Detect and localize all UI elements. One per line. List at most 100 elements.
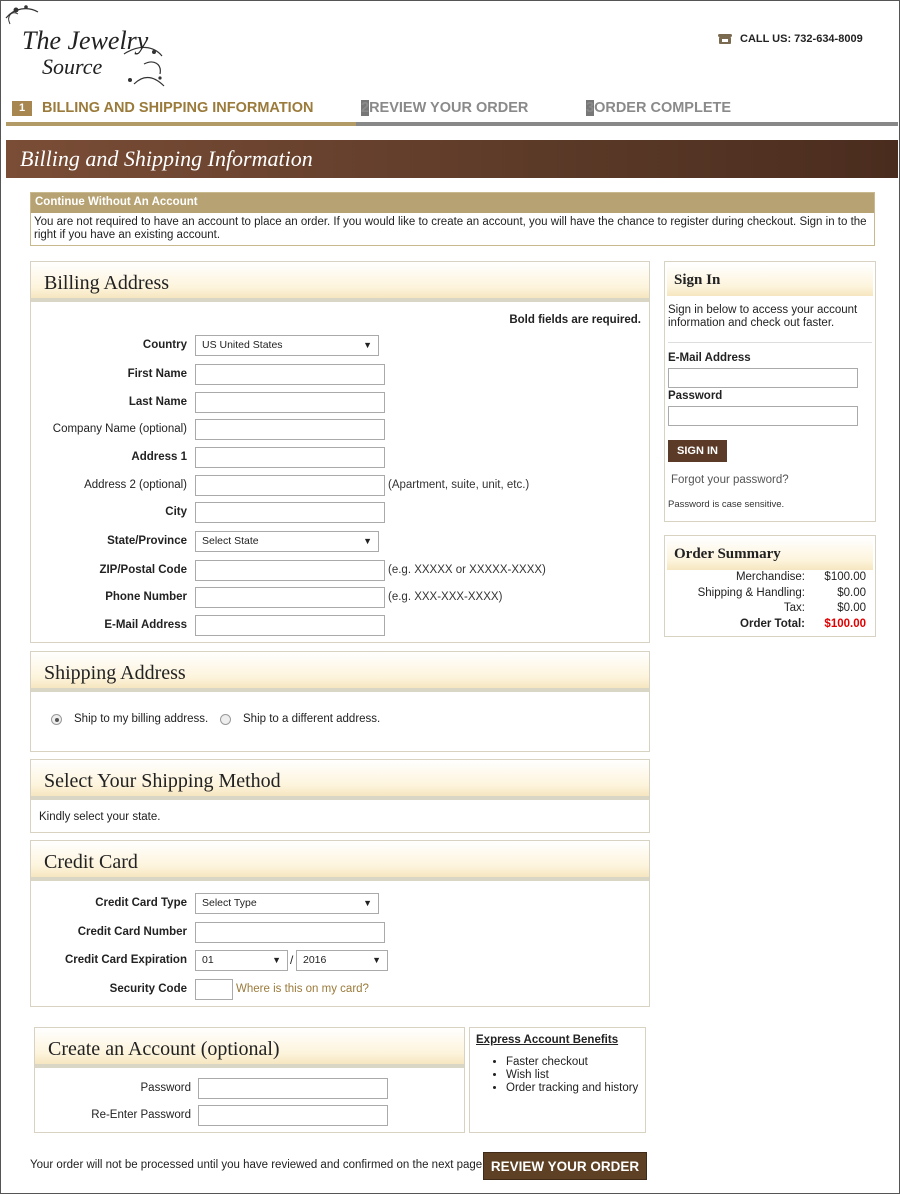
order-total-label: Order Total: xyxy=(740,618,805,630)
tax-label: Tax: xyxy=(783,602,805,614)
card-type-value: Select Type xyxy=(202,896,257,909)
shipping-method-title: Select Your Shipping Method xyxy=(31,760,649,800)
step-review-order: 2 REVIEW YOUR ORDER xyxy=(361,94,528,122)
billing-address-title: Billing Address xyxy=(31,262,649,302)
security-code-field[interactable] xyxy=(195,978,233,1000)
telephone-icon xyxy=(718,34,732,44)
benefits-title[interactable]: Express Account Benefits xyxy=(476,1034,639,1046)
notice-title: Continue Without An Account xyxy=(31,193,874,213)
address1-field[interactable] xyxy=(195,446,385,468)
svg-text:The Jewelry: The Jewelry xyxy=(22,26,149,55)
zip-field[interactable] xyxy=(195,559,385,581)
phone-label: Phone Number xyxy=(105,591,187,603)
country-label: Country xyxy=(142,339,187,351)
account-reenter-field[interactable] xyxy=(198,1104,388,1126)
continue-without-account-notice: Continue Without An Account You are not … xyxy=(30,192,875,246)
order-process-note: Your order will not be processed until y… xyxy=(30,1159,486,1171)
zip-label: ZIP/Postal Code xyxy=(99,564,187,576)
account-password-label: Password xyxy=(140,1082,192,1094)
credit-card-panel: Credit Card Credit Card Type Select Type… xyxy=(30,840,650,1007)
step-label: BILLING AND SHIPPING INFORMATION xyxy=(42,100,314,116)
benefit-item: Order tracking and history xyxy=(506,1082,639,1095)
exp-month-select[interactable]: 01 ▼ xyxy=(195,949,288,971)
sign-in-password-field[interactable] xyxy=(668,406,858,426)
forgot-password-link[interactable]: Forgot your password? xyxy=(671,474,789,486)
security-code-label: Security Code xyxy=(109,983,187,995)
card-expiration-label: Credit Card Expiration xyxy=(64,954,187,966)
card-number-field[interactable] xyxy=(195,921,385,943)
call-us: CALL US: 732-634-8009 xyxy=(718,33,863,45)
state-select[interactable]: Select State ▼ xyxy=(195,530,379,552)
sign-in-title: Sign In xyxy=(667,264,873,296)
chevron-down-icon: ▼ xyxy=(272,954,281,965)
review-order-button[interactable]: REVIEW YOUR ORDER xyxy=(483,1152,647,1180)
address2-hint: (Apartment, suite, unit, etc.) xyxy=(388,479,530,491)
address2-field[interactable] xyxy=(195,474,385,496)
benefit-item: Faster checkout xyxy=(506,1056,639,1069)
shipping-method-message: Kindly select your state. xyxy=(39,811,161,823)
ship-to-different-label: Ship to a different address. xyxy=(243,713,381,725)
country-select-value: US United States xyxy=(202,338,283,351)
exp-year-select[interactable]: 2016 ▼ xyxy=(296,949,388,971)
notice-body: You are not required to have an account … xyxy=(34,216,867,241)
chevron-down-icon: ▼ xyxy=(363,535,372,546)
page-title: Billing and Shipping Information xyxy=(6,140,898,178)
ship-to-different-option[interactable]: Ship to a different address. xyxy=(220,713,380,725)
company-label: Company Name (optional) xyxy=(52,423,187,435)
shipping-method-panel: Select Your Shipping Method Kindly selec… xyxy=(30,759,650,833)
credit-card-title: Credit Card xyxy=(31,841,649,881)
tax-value: $0.00 xyxy=(837,602,866,614)
security-code-help-link[interactable]: Where is this on my card? xyxy=(236,983,369,995)
first-name-label: First Name xyxy=(127,368,187,380)
step-number: 2 xyxy=(361,100,370,116)
account-reenter-label: Re-Enter Password xyxy=(91,1109,191,1121)
chevron-down-icon: ▼ xyxy=(363,897,372,908)
step-billing-shipping: 1 BILLING AND SHIPPING INFORMATION xyxy=(6,94,356,126)
card-type-label: Credit Card Type xyxy=(95,897,187,909)
shipping-handling-label: Shipping & Handling: xyxy=(697,587,805,599)
shipping-row: Shipping & Handling: $0.00 xyxy=(665,587,871,602)
address2-label: Address 2 (optional) xyxy=(84,479,187,491)
total-row: Order Total: $100.00 xyxy=(665,618,871,633)
account-password-field[interactable] xyxy=(198,1077,388,1099)
call-us-text: CALL US: 732-634-8009 xyxy=(740,33,863,45)
company-field[interactable] xyxy=(195,418,385,440)
order-summary-panel: Order Summary Merchandise: $100.00 Shipp… xyxy=(664,535,876,637)
checkout-steps: 1 BILLING AND SHIPPING INFORMATION 2 REV… xyxy=(6,94,898,126)
ship-to-billing-option[interactable]: Ship to my billing address. xyxy=(51,713,208,725)
exp-month-value: 01 xyxy=(202,953,214,966)
billing-address-panel: Billing Address Bold fields are required… xyxy=(30,261,650,643)
svg-text:Source: Source xyxy=(42,54,103,79)
exp-separator: / xyxy=(290,953,294,967)
step-number: 3 xyxy=(586,100,595,116)
required-note: Bold fields are required. xyxy=(509,314,641,326)
chevron-down-icon: ▼ xyxy=(363,339,372,350)
last-name-field[interactable] xyxy=(195,391,385,413)
merchandise-value: $100.00 xyxy=(824,571,866,583)
jewelry-source-logo[interactable]: The Jewelry Source xyxy=(4,4,174,90)
city-label: City xyxy=(165,506,187,518)
city-field[interactable] xyxy=(195,501,385,523)
sign-in-intro: Sign in below to access your account inf… xyxy=(668,304,872,343)
country-select[interactable]: US United States ▼ xyxy=(195,334,379,356)
state-label: State/Province xyxy=(107,535,187,547)
ship-to-billing-radio[interactable] xyxy=(51,713,62,725)
tax-row: Tax: $0.00 xyxy=(665,602,871,617)
sign-in-email-field[interactable] xyxy=(668,368,858,388)
last-name-label: Last Name xyxy=(128,396,187,408)
sign-in-email-label: E-Mail Address xyxy=(668,352,751,364)
sign-in-panel: Sign In Sign in below to access your acc… xyxy=(664,261,876,522)
create-account-panel: Create an Account (optional) Password Re… xyxy=(34,1027,465,1133)
sign-in-button[interactable]: SIGN IN xyxy=(668,440,727,462)
first-name-field[interactable] xyxy=(195,363,385,385)
step-label: ORDER COMPLETE xyxy=(594,100,732,116)
ship-to-different-radio[interactable] xyxy=(220,713,231,725)
card-number-label: Credit Card Number xyxy=(77,926,187,938)
email-field[interactable] xyxy=(195,614,385,636)
state-select-value: Select State xyxy=(202,534,259,547)
benefits-list: Faster checkout Wish list Order tracking… xyxy=(476,1056,639,1095)
address1-label: Address 1 xyxy=(131,451,187,463)
phone-field[interactable] xyxy=(195,586,385,608)
chevron-down-icon: ▼ xyxy=(372,954,381,965)
card-type-select[interactable]: Select Type ▼ xyxy=(195,892,379,914)
